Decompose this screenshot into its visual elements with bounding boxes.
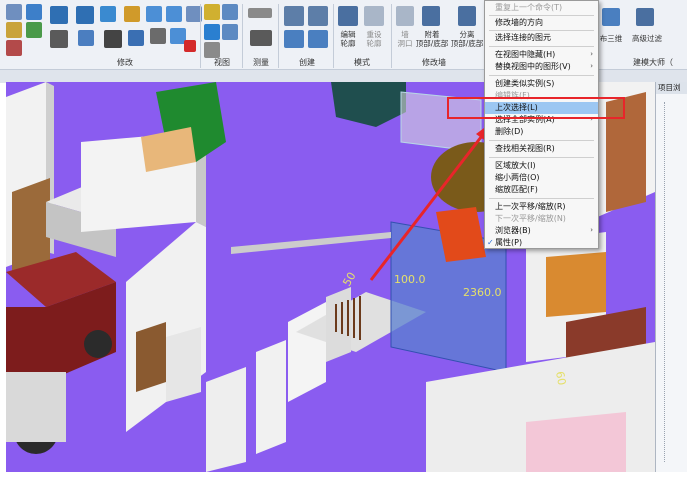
cabinet: [166, 327, 201, 402]
pin-icon[interactable]: [124, 6, 140, 22]
reset-profile-icon[interactable]: [364, 6, 384, 26]
unpin-icon[interactable]: [146, 6, 162, 22]
create-group-icon[interactable]: [284, 6, 304, 26]
panel-label-view: 视图: [214, 58, 230, 67]
menu-item-repeat-last-command[interactable]: 重复上一个命令(T): [485, 2, 598, 14]
dimension-text-1: 100.0: [394, 273, 426, 286]
corridor-beam: [231, 232, 391, 254]
create-assembly-icon[interactable]: [308, 6, 328, 26]
panel-label-mode: 模式: [354, 58, 370, 67]
panel-separator: [278, 4, 279, 68]
menu-item-override-graphics[interactable]: 替换视图中的图形(V) ›: [485, 61, 598, 73]
panel-separator: [200, 4, 201, 68]
submenu-arrow-icon: ›: [590, 50, 593, 58]
stair-wall: [288, 302, 326, 402]
pillar: [206, 367, 246, 472]
panel-label-modeling-master: 建模大师（: [633, 58, 673, 67]
mirror-icon[interactable]: [6, 40, 22, 56]
panel-label-modify: 修改: [117, 58, 133, 67]
rotate-arrow-icon[interactable]: [104, 30, 122, 48]
highlight-box: [447, 97, 625, 119]
edit-profile-label: 编辑 轮廓: [340, 30, 356, 48]
browser-tree-lines: [664, 102, 675, 462]
vehicle-panel: [6, 372, 66, 442]
menu-item-browsers[interactable]: 浏览器(B) ›: [485, 225, 598, 237]
split-icon[interactable]: [100, 6, 116, 22]
advanced-filter-label: 高级过滤: [632, 34, 662, 43]
lightbulb-icon[interactable]: [204, 4, 220, 20]
menu-item-previous-pan-zoom[interactable]: 上一次平移/缩放(R): [485, 201, 598, 213]
edit-profile-icon[interactable]: [338, 6, 358, 26]
menu-item-create-similar[interactable]: 创建类似实例(S): [485, 78, 598, 90]
teal-sofa: [331, 82, 406, 127]
rotate-icon[interactable]: [78, 30, 94, 46]
dimension-text-3: 50: [340, 270, 358, 289]
panel-label-create: 创建: [299, 58, 315, 67]
create-similar-icon[interactable]: [308, 30, 328, 48]
menu-item-delete[interactable]: 删除(D): [485, 126, 598, 138]
wall-opening-icon[interactable]: [396, 6, 414, 26]
reset-profile-label: 重设 轮廓: [366, 30, 382, 48]
menu-item-properties[interactable]: ✓ 属性(P): [485, 237, 598, 249]
context-menu: 重复上一个命令(T) 修改墙的方向 选择连接的图元 在视图中隐藏(H) › 替换视…: [484, 0, 599, 249]
check-icon: ✓: [487, 238, 494, 247]
paint-icon[interactable]: [204, 24, 220, 40]
shelf-right: [546, 252, 606, 317]
attach-top-base-label: 附着 顶部/底部: [415, 30, 449, 48]
menu-item-flip-wall-orientation[interactable]: 修改墙的方向: [485, 17, 598, 29]
project-browser-title: 项目浏: [656, 82, 687, 94]
hide-element-icon[interactable]: [204, 42, 220, 58]
move-cross-icon[interactable]: [50, 30, 68, 48]
filter-view-icon[interactable]: [222, 24, 238, 40]
delete-group-icon[interactable]: [166, 6, 182, 22]
offset-icon[interactable]: [6, 22, 22, 38]
three-view-label: 布三维: [599, 34, 623, 43]
delete-icon[interactable]: [184, 40, 196, 52]
scale-icon[interactable]: [128, 30, 144, 46]
pink-bed: [526, 412, 626, 472]
align-icon[interactable]: [6, 4, 22, 20]
create-parts-icon[interactable]: [284, 30, 304, 48]
trim-icon[interactable]: [26, 4, 42, 20]
detach-top-base-label: 分离 顶部/底部: [450, 30, 484, 48]
submenu-arrow-icon: ›: [590, 62, 593, 70]
dimension-text-4: 60: [553, 370, 568, 386]
dimension-text-2: 2360.0: [463, 286, 502, 299]
array-icon[interactable]: [26, 22, 42, 38]
menu-item-select-joined-elements[interactable]: 选择连接的图元: [485, 32, 598, 44]
menu-item-next-pan-zoom[interactable]: 下一次平移/缩放(N): [485, 213, 598, 225]
advanced-filter-icon[interactable]: [636, 8, 654, 26]
copy-icon[interactable]: [76, 6, 94, 24]
menu-item-hide-in-view[interactable]: 在视图中隐藏(H) ›: [485, 49, 598, 61]
array-grid-icon[interactable]: [150, 28, 166, 44]
submenu-arrow-icon: ›: [590, 226, 593, 234]
measure-icon[interactable]: [248, 8, 272, 18]
three-view-icon[interactable]: [602, 8, 620, 26]
panel-separator: [242, 4, 243, 68]
panel-label-modify-wall: 修改墙: [422, 58, 446, 67]
panel-label-measure: 测量: [253, 58, 269, 67]
attach-top-base-icon[interactable]: [422, 6, 440, 26]
detach-top-base-icon[interactable]: [458, 6, 476, 26]
move-icon[interactable]: [50, 6, 68, 24]
menu-item-zoom-to-fit[interactable]: 缩放匹配(F): [485, 184, 598, 196]
view-settings-icon[interactable]: [222, 4, 238, 20]
dimension-icon[interactable]: [250, 30, 272, 46]
menu-item-zoom-out-2x[interactable]: 缩小两倍(O): [485, 172, 598, 184]
menu-item-zoom-in-region[interactable]: 区域放大(I): [485, 160, 598, 172]
door-center: [136, 322, 166, 392]
project-browser-panel[interactable]: 项目浏: [655, 82, 687, 472]
menu-item-find-referring-views[interactable]: 查找相关视图(R): [485, 143, 598, 155]
